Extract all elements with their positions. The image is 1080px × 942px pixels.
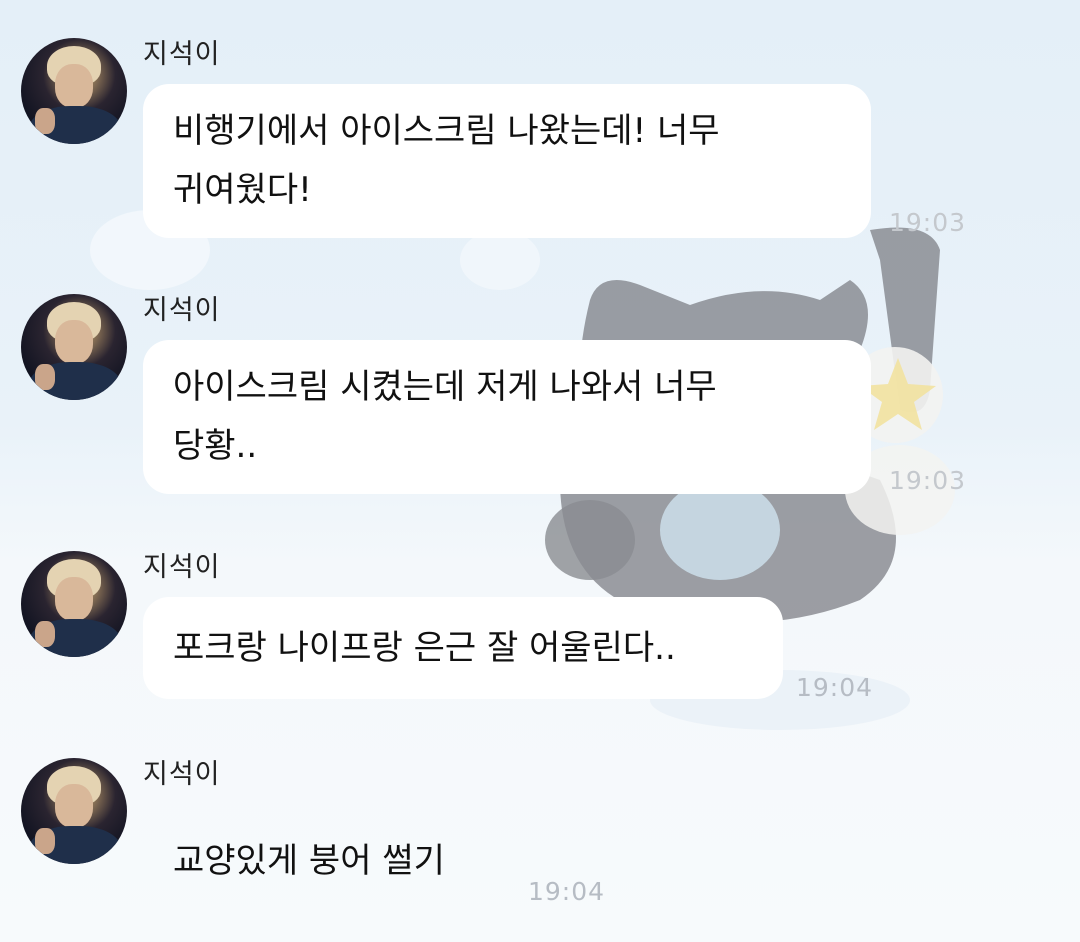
- sender-name: 지석이: [143, 759, 221, 790]
- avatar[interactable]: [21, 551, 127, 657]
- message-timestamp: 19:04: [528, 877, 606, 906]
- message-bubble[interactable]: 교양있게 붕어 썰기: [143, 804, 523, 906]
- sender-name: 지석이: [143, 295, 221, 326]
- chat-message-list: 지석이 비행기에서 아이스크림 나왔는데! 너무 귀여웠다! 19:03 지석이…: [0, 0, 1080, 942]
- message-timestamp: 19:04: [796, 673, 874, 702]
- avatar[interactable]: [21, 758, 127, 864]
- sender-name: 지석이: [143, 39, 221, 70]
- message-bubble[interactable]: 포크랑 나이프랑 은근 잘 어울린다..: [143, 597, 783, 699]
- avatar[interactable]: [21, 294, 127, 400]
- message-bubble[interactable]: 아이스크림 시켰는데 저게 나와서 너무 당황..: [143, 340, 871, 494]
- message-timestamp: 19:03: [889, 466, 967, 495]
- avatar[interactable]: [21, 38, 127, 144]
- message-bubble[interactable]: 비행기에서 아이스크림 나왔는데! 너무 귀여웠다!: [143, 84, 871, 238]
- sender-name: 지석이: [143, 552, 221, 583]
- message-timestamp: 19:03: [889, 208, 967, 237]
